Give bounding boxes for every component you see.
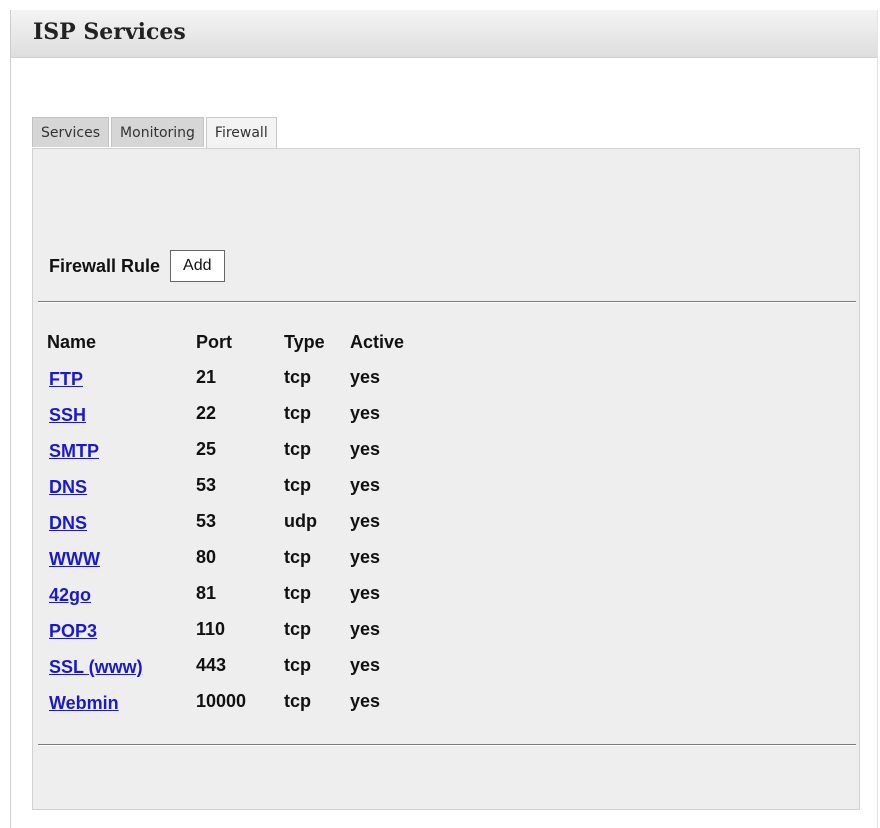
- rule-active: yes: [350, 690, 381, 711]
- tab-firewall[interactable]: Firewall: [205, 117, 277, 148]
- column-header-active: Active: [350, 331, 405, 352]
- column-header-type: Type: [284, 331, 325, 352]
- firewall-rule-bar: Firewall Rule Add: [49, 250, 225, 282]
- rule-active: yes: [350, 582, 381, 603]
- rule-type: tcp: [284, 474, 311, 495]
- firewall-rules-table: Name Port Type Active FTP 21 tcp yes SSH…: [47, 325, 430, 719]
- rule-link-ssh[interactable]: SSH: [49, 405, 86, 426]
- panel-title: ISP Services: [33, 19, 186, 45]
- rule-link-pop3[interactable]: POP3: [49, 621, 97, 642]
- rule-link-42go[interactable]: 42go: [49, 585, 91, 606]
- rule-type: tcp: [284, 546, 311, 567]
- rule-type: tcp: [284, 402, 311, 423]
- rule-active: yes: [350, 474, 381, 495]
- table-row: SSH 22 tcp yes: [47, 395, 430, 431]
- table-row: SSL (www) 443 tcp yes: [47, 647, 430, 683]
- rule-active: yes: [350, 546, 381, 567]
- rule-port: 22: [196, 402, 217, 423]
- rule-active: yes: [350, 510, 381, 531]
- rule-port: 80: [196, 546, 217, 567]
- rule-link-dns-tcp[interactable]: DNS: [49, 477, 87, 498]
- rule-active: yes: [350, 366, 381, 387]
- rule-link-ftp[interactable]: FTP: [49, 369, 83, 390]
- firewall-tab-panel: Firewall Rule Add Name Port Type Active …: [32, 148, 860, 810]
- rule-type: tcp: [284, 438, 311, 459]
- rule-port: 81: [196, 582, 217, 603]
- rule-port: 10000: [196, 690, 247, 711]
- table-row: WWW 80 tcp yes: [47, 539, 430, 575]
- firewall-rule-label: Firewall Rule: [49, 255, 161, 276]
- rule-port: 21: [196, 366, 217, 387]
- rule-link-dns-udp[interactable]: DNS: [49, 513, 87, 534]
- rule-link-ssl-www[interactable]: SSL (www): [49, 657, 143, 678]
- rule-port: 443: [196, 654, 227, 675]
- table-row: FTP 21 tcp yes: [47, 359, 430, 395]
- rule-link-webmin[interactable]: Webmin: [49, 693, 119, 714]
- isp-services-panel: ISP Services Services Monitoring Firewal…: [10, 10, 878, 828]
- rule-type: udp: [284, 510, 317, 531]
- rule-link-smtp[interactable]: SMTP: [49, 441, 99, 462]
- rule-type: tcp: [284, 654, 311, 675]
- rule-type: tcp: [284, 618, 311, 639]
- rule-active: yes: [350, 618, 381, 639]
- rule-type: tcp: [284, 366, 311, 387]
- table-row: SMTP 25 tcp yes: [47, 431, 430, 467]
- rule-active: yes: [350, 402, 381, 423]
- rule-port: 53: [196, 510, 217, 531]
- column-header-port: Port: [196, 331, 232, 352]
- rule-port: 25: [196, 438, 217, 459]
- divider-top: [38, 301, 856, 303]
- tab-services[interactable]: Services: [32, 117, 110, 147]
- table-header-row: Name Port Type Active: [47, 325, 430, 359]
- divider-bottom: [38, 744, 856, 746]
- add-rule-button[interactable]: Add: [170, 250, 225, 282]
- table-row: DNS 53 udp yes: [47, 503, 430, 539]
- rule-active: yes: [350, 654, 381, 675]
- rule-link-www[interactable]: WWW: [49, 549, 100, 570]
- tab-bar: Services Monitoring Firewall: [32, 117, 277, 148]
- table-row: DNS 53 tcp yes: [47, 467, 430, 503]
- tab-monitoring[interactable]: Monitoring: [111, 117, 204, 147]
- rule-port: 53: [196, 474, 217, 495]
- rule-active: yes: [350, 438, 381, 459]
- rule-port: 110: [196, 618, 226, 639]
- column-header-name: Name: [47, 331, 97, 352]
- table-row: Webmin 10000 tcp yes: [47, 683, 430, 719]
- table-row: 42go 81 tcp yes: [47, 575, 430, 611]
- table-row: POP3 110 tcp yes: [47, 611, 430, 647]
- panel-header: ISP Services: [11, 10, 877, 58]
- rule-type: tcp: [284, 582, 311, 603]
- rule-type: tcp: [284, 690, 311, 711]
